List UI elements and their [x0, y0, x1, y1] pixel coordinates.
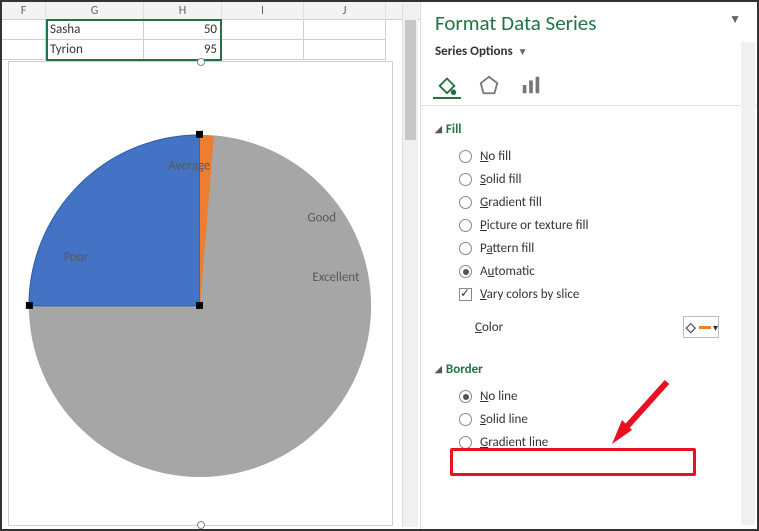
checkbox-vary-colors[interactable]: Vary colors by slice	[443, 283, 747, 306]
cell-i-row1[interactable]	[222, 20, 304, 40]
slice-handle[interactable]	[196, 302, 203, 309]
slice-handle[interactable]	[196, 131, 203, 138]
radio-no-fill[interactable]: No fill	[443, 145, 747, 168]
col-header-j[interactable]: J	[304, 2, 386, 20]
format-data-series-pane: Format Data Series ▼ Series Options ▼ Fi…	[420, 2, 757, 529]
chevron-down-icon: ▼	[518, 45, 528, 58]
cell-i-row2[interactable]	[222, 40, 304, 60]
color-label: Color	[475, 320, 503, 335]
fill-heading[interactable]: Fill	[435, 122, 747, 137]
radio-picture-texture-fill[interactable]: Picture or texture fill	[443, 214, 747, 237]
pie-label-poor: Poor	[64, 250, 89, 265]
pie-label-good: Good	[307, 210, 336, 225]
cell-j-row2[interactable]	[304, 40, 386, 60]
pane-title: Format Data Series ▼	[421, 2, 757, 40]
border-section: Border No line Solid line Gradient line	[421, 350, 757, 458]
pane-options-dropdown-icon[interactable]: ▼	[729, 12, 741, 27]
radio-gradient-fill[interactable]: Gradient fill	[443, 191, 747, 214]
radio-no-line[interactable]: No line	[443, 385, 747, 408]
pane-scrollbar[interactable]	[741, 42, 755, 525]
radio-solid-line[interactable]: Solid line	[443, 408, 747, 431]
format-category-tabs	[421, 69, 757, 106]
chevron-down-icon: ▾	[713, 321, 718, 334]
tab-series-options[interactable]	[517, 71, 545, 99]
col-header-g[interactable]: G	[46, 2, 144, 20]
scrollbar-thumb[interactable]	[405, 20, 416, 140]
series-options-dropdown[interactable]: Series Options ▼	[421, 40, 757, 69]
col-header-h[interactable]: H	[144, 2, 222, 20]
radio-gradient-line[interactable]: Gradient line	[443, 431, 747, 454]
color-picker-button[interactable]: ▾	[683, 316, 719, 338]
series-options-label: Series Options	[435, 44, 513, 59]
cell-h-row2[interactable]: 95	[144, 40, 222, 60]
slice-handle[interactable]	[26, 302, 33, 309]
radio-automatic[interactable]: Automatic	[443, 260, 747, 283]
cell-g-row1[interactable]: Sasha	[46, 20, 144, 40]
worksheet-scrollbar[interactable]	[402, 4, 418, 527]
pie-label-excellent: Excellent	[312, 270, 360, 285]
paint-bucket-icon	[684, 320, 697, 334]
spreadsheet-grid[interactable]: F G H I J Sasha 50 Tyrion 95	[2, 2, 420, 62]
pie-chart[interactable]: Poor Average Good Excellent	[9, 62, 392, 525]
radio-solid-fill[interactable]: Solid fill	[443, 168, 747, 191]
tab-fill-and-line[interactable]	[433, 71, 461, 99]
cell-f-row1[interactable]	[2, 20, 46, 40]
worksheet-and-chart-area: F G H I J Sasha 50 Tyrion 95	[2, 2, 420, 529]
cell-j-row1[interactable]	[304, 20, 386, 40]
col-header-i[interactable]: I	[222, 2, 304, 20]
cell-f-row2[interactable]	[2, 40, 46, 60]
radio-pattern-fill[interactable]: Pattern fill	[443, 237, 747, 260]
fill-section: Fill No fill Solid fill Gradient fill Pi…	[421, 110, 757, 350]
cell-h-row1[interactable]: 50	[144, 20, 222, 40]
col-header-f[interactable]: F	[2, 2, 46, 20]
cell-g-row2[interactable]: Tyrion	[46, 40, 144, 60]
pie-label-average: Average	[168, 159, 210, 174]
tab-effects[interactable]	[475, 71, 503, 99]
chart-object[interactable]: Poor Average Good Excellent	[8, 61, 393, 526]
border-heading[interactable]: Border	[435, 362, 747, 377]
column-headers[interactable]: F G H I J	[2, 2, 420, 20]
pane-title-text: Format Data Series	[435, 10, 596, 36]
